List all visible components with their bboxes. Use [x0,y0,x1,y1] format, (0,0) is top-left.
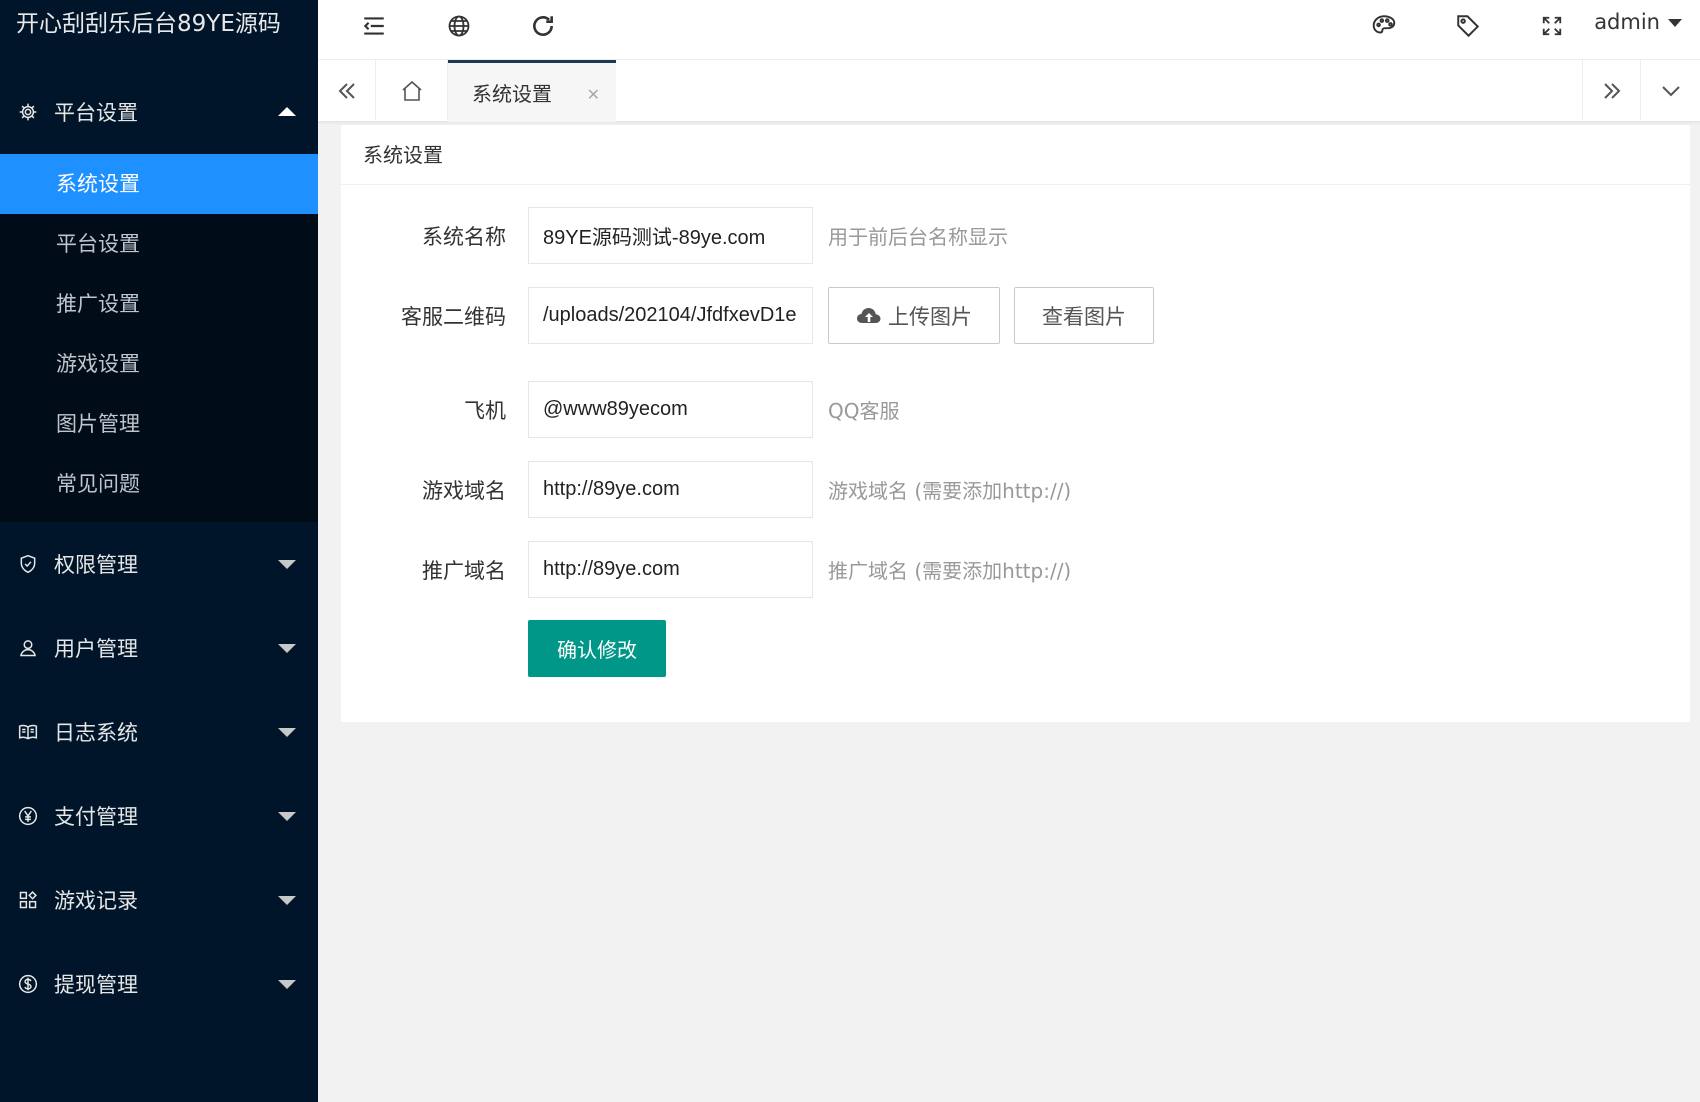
form-row-system-name: 系统名称 [341,207,506,264]
sidebar-item-system-settings[interactable]: 系统设置 [0,154,318,214]
sidebar-group-platform-settings[interactable]: 平台设置 [0,70,318,154]
globe-icon[interactable] [445,12,473,40]
chevron-down-icon [278,896,296,905]
sidebar-item-game-settings[interactable]: 游戏设置 [0,334,318,394]
tabs-scroll-right-button[interactable] [1582,60,1640,122]
form-label: 系统名称 [422,224,506,249]
promo-domain-input[interactable]: http://89ye.com [528,541,813,598]
tab-label: 系统设置 [472,82,552,106]
sidebar-item-image-management[interactable]: 图片管理 [0,394,318,454]
form-row-promo-domain: 推广域名 [341,541,506,598]
settings-card: 系统设置 系统名称 89YE源码测试-89ye.com 用于前后台名称显示 客服… [341,125,1690,722]
form-tip: 推广域名 (需要添加http://) [828,559,1072,583]
palette-icon[interactable] [1370,12,1398,40]
user-menu[interactable]: admin [1594,10,1682,34]
chevron-down-icon [278,728,296,737]
menu-fold-icon[interactable] [360,12,388,40]
game-domain-input[interactable]: http://89ye.com [528,461,813,518]
sidebar-group-label: 权限管理 [54,553,138,577]
tab-bar: 系统设置 ✕ [318,60,1700,122]
chevron-down-icon [278,980,296,989]
chevron-down-icon [278,560,296,569]
refresh-icon[interactable] [529,12,557,40]
sidebar-group-permissions[interactable]: 权限管理 [0,522,318,606]
upload-image-label: 上传图片 [888,304,972,329]
tab-system-settings[interactable]: 系统设置 ✕ [448,60,616,122]
home-tab[interactable] [376,60,448,122]
sidebar-item-promotion-settings[interactable]: 推广设置 [0,274,318,334]
user-name: admin [1594,10,1660,34]
view-image-label: 查看图片 [1042,304,1126,329]
user-icon [18,638,38,658]
form-row-telegram: 飞机 [341,381,506,438]
sidebar-group-game-records[interactable]: 游戏记录 [0,858,318,942]
form-tip: 游戏域名 (需要添加http://) [828,479,1072,503]
shield-icon [18,554,38,574]
tabs-scroll-left-button[interactable] [318,60,376,122]
view-image-button[interactable]: 查看图片 [1014,287,1154,344]
app-logo-title: 开心刮刮乐后台89YE源码 [16,11,281,37]
sidebar-group-label: 平台设置 [54,101,138,125]
sidebar-group-label: 提现管理 [54,973,138,997]
form-tip: QQ客服 [828,399,900,423]
tabs-menu-button[interactable] [1640,60,1700,122]
dollar-icon [18,974,38,994]
sidebar-group-payments[interactable]: 支付管理 [0,774,318,858]
sidebar-group-label: 支付管理 [54,805,138,829]
tag-icon[interactable] [1454,12,1482,40]
sidebar-item-platform-settings[interactable]: 平台设置 [0,214,318,274]
chevron-down-icon [278,812,296,821]
home-icon [401,80,422,101]
sidebar-group-label: 日志系统 [54,721,138,745]
cloud-upload-icon [857,307,881,323]
sidebar-group-logs[interactable]: 日志系统 [0,690,318,774]
card-title: 系统设置 [341,125,1690,185]
sidebar-group-label: 用户管理 [54,637,138,661]
caret-down-icon [1668,19,1682,27]
upload-image-button[interactable]: 上传图片 [828,287,1000,344]
gear-icon [18,102,38,122]
system-name-input[interactable]: 89YE源码测试-89ye.com [528,207,813,264]
fullscreen-icon[interactable] [1538,12,1566,40]
close-icon[interactable]: ✕ [587,85,600,104]
yen-icon [18,806,38,826]
submenu-platform-settings: 系统设置 平台设置 推广设置 游戏设置 图片管理 常见问题 [0,154,318,522]
telegram-input[interactable]: @www89yecom [528,381,813,438]
form-row-game-domain: 游戏域名 [341,461,506,518]
book-icon [18,722,38,742]
apps-icon [18,890,38,910]
form-label: 客服二维码 [401,304,506,329]
chevron-down-icon [278,644,296,653]
form-label: 游戏域名 [422,478,506,503]
form-label: 推广域名 [422,558,506,583]
chevron-up-icon [278,107,296,116]
sidebar-group-label: 游戏记录 [54,889,138,913]
confirm-submit-button[interactable]: 确认修改 [528,620,666,677]
top-header: admin [318,0,1700,60]
form-row-qrcode: 客服二维码 [341,287,506,344]
sidebar-group-users[interactable]: 用户管理 [0,606,318,690]
qrcode-path-input[interactable]: /uploads/202104/JfdfxevD1e [528,287,813,344]
sidebar: 开心刮刮乐后台89YE源码 平台设置 系统设置 平台设置 推广设置 游戏设置 图… [0,0,318,1102]
chevron-down-icon [1661,86,1680,97]
form-label: 飞机 [464,398,506,423]
form-tip: 用于前后台名称显示 [828,225,1008,249]
sidebar-item-faq[interactable]: 常见问题 [0,454,318,514]
sidebar-group-withdrawals[interactable]: 提现管理 [0,942,318,1026]
